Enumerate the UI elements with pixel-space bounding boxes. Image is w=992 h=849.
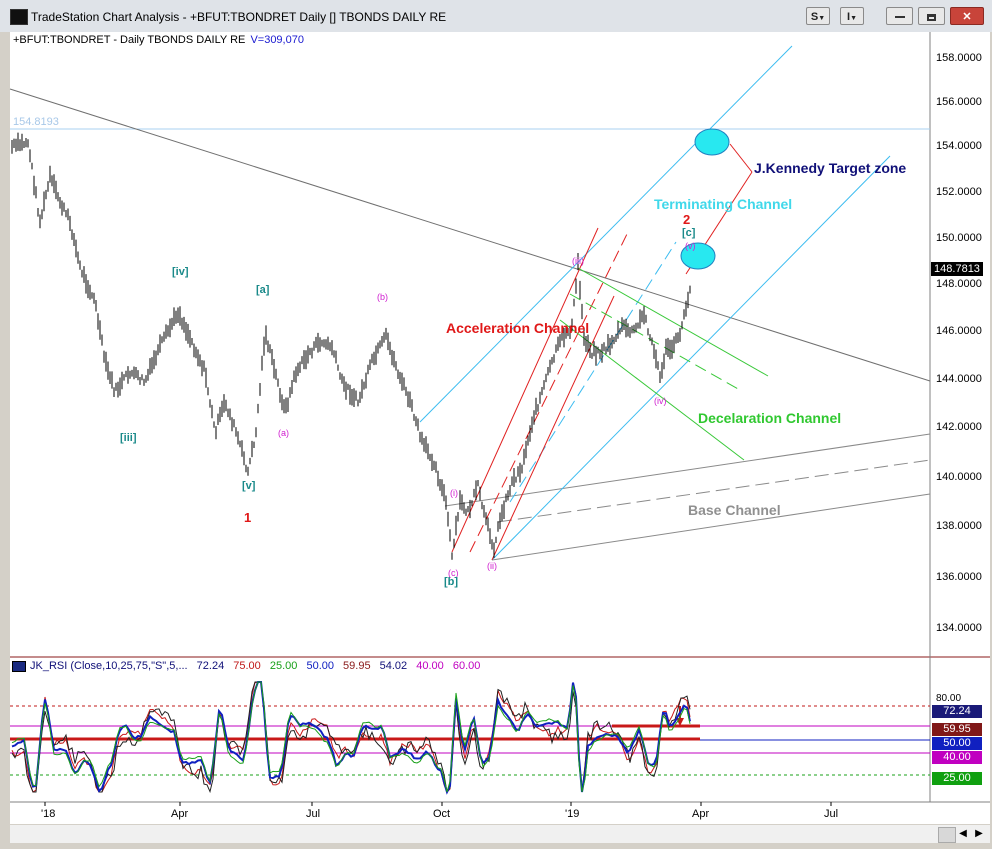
rsi-value: 75.00 — [233, 660, 261, 672]
s-button[interactable]: S▼ — [806, 7, 830, 25]
wave-label[interactable]: [iii] — [120, 432, 137, 444]
rsi-value-box: 25.00 — [932, 772, 982, 785]
deceleration-channel-label[interactable]: Decelaration Channel — [698, 410, 841, 426]
price-tick: 144.0000 — [936, 373, 982, 385]
time-tick: Apr — [171, 808, 189, 820]
time-tick: '18 — [41, 808, 56, 820]
horizontal-scrollbar[interactable]: ◀ ▶ — [10, 825, 990, 843]
rsi-value-box: 40.00 — [932, 751, 982, 764]
time-tick: Oct — [433, 808, 451, 820]
rsi-value-box: 72.24 — [932, 705, 982, 718]
chart-header: +BFUT:TBONDRET - Daily TBONDS DAILY RE V… — [13, 34, 304, 46]
symbol-label: +BFUT:TBONDRET - Daily TBONDS DAILY RE — [13, 34, 246, 46]
time-tick: Jul — [306, 808, 321, 820]
rsi-value: 54.02 — [379, 660, 408, 672]
wave-label[interactable]: (v) — [685, 241, 696, 251]
target-zone-upper-circle[interactable] — [694, 128, 730, 156]
wave-label[interactable]: [a] — [256, 284, 269, 296]
price-tick: 154.0000 — [936, 140, 982, 152]
dropdown-arrow-icon: ▼ — [818, 15, 826, 22]
time-tick: '19 — [565, 808, 580, 820]
price-plot-area[interactable] — [10, 32, 930, 657]
price-tick: 158.0000 — [936, 52, 982, 64]
rsi-value: 59.95 — [343, 660, 371, 672]
minimize-button[interactable] — [886, 7, 913, 25]
hline-value-label: 154.8193 — [13, 116, 59, 128]
terminating-channel-label[interactable]: Terminating Channel — [654, 196, 792, 212]
wave-label[interactable]: (iv) — [654, 396, 667, 406]
title-bar: TradeStation Chart Analysis - +BFUT:TBON… — [0, 0, 992, 33]
time-tick: Apr — [692, 808, 710, 820]
rsi-value-box: 50.00 — [932, 737, 982, 750]
wave-label[interactable]: 2 — [683, 212, 690, 227]
dropdown-arrow-icon: ▼ — [850, 15, 857, 22]
price-tick: 134.0000 — [936, 622, 982, 634]
rsi-name: JK_RSI (Close,10,25,75,"S",5,... — [30, 660, 188, 672]
target-zone-label[interactable]: J.Kennedy Target zone — [754, 160, 906, 176]
price-tick: 148.0000 — [936, 278, 982, 290]
wave-label[interactable]: [iv] — [172, 266, 189, 278]
rsi-tick: 80.00 — [936, 693, 962, 704]
wave-label[interactable]: (iii) — [572, 256, 584, 266]
scroll-right-icon[interactable]: ▶ — [972, 825, 986, 843]
price-tick: 140.0000 — [936, 471, 982, 483]
price-tick: 150.0000 — [936, 232, 982, 244]
app-icon — [10, 9, 28, 25]
rsi-value: 60.00 — [452, 660, 481, 672]
wave-label[interactable]: [b] — [444, 576, 458, 588]
rsi-value: 40.00 — [416, 660, 444, 672]
scrollbar-thumb[interactable] — [938, 827, 956, 843]
price-tick: 156.0000 — [936, 96, 982, 108]
rsi-value: 50.00 — [306, 660, 334, 672]
rsi-value: 72.24 — [196, 660, 225, 672]
base-channel-label[interactable]: Base Channel — [688, 502, 781, 518]
last-price-marker: 148.7813 — [931, 262, 983, 276]
price-tick: 142.0000 — [936, 421, 982, 433]
close-button[interactable]: ✕ — [950, 7, 984, 25]
rsi-header: JK_RSI (Close,10,25,75,"S",5,... 72.24 7… — [12, 660, 480, 672]
indicator-icon — [12, 660, 26, 672]
scroll-left-icon[interactable]: ◀ — [956, 825, 970, 843]
wave-label[interactable]: (i) — [450, 488, 458, 498]
window-title: TradeStation Chart Analysis - +BFUT:TBON… — [31, 10, 447, 24]
indicator-button[interactable]: I▼ — [840, 7, 864, 25]
price-chart[interactable] — [0, 32, 992, 849]
acceleration-channel-label[interactable]: Acceleration Channel — [446, 320, 589, 336]
time-tick: Jul — [824, 808, 839, 820]
minimize-icon — [894, 16, 905, 19]
wave-label[interactable]: [c] — [682, 227, 695, 239]
price-axis-area — [930, 32, 990, 657]
wave-label[interactable]: 1 — [244, 510, 251, 525]
wave-label[interactable]: (a) — [278, 428, 289, 438]
price-tick: 136.0000 — [936, 571, 982, 583]
price-tick: 138.0000 — [936, 520, 982, 532]
wave-label[interactable]: (ii) — [487, 561, 497, 571]
price-tick: 152.0000 — [936, 186, 982, 198]
chart-window: +BFUT:TBONDRET - Daily TBONDS DAILY RE V… — [0, 32, 992, 849]
price-tick: 146.0000 — [936, 325, 982, 337]
time-axis-area — [10, 802, 990, 824]
volume-label: V=309,070 — [250, 34, 304, 46]
rsi-value: 25.00 — [269, 660, 298, 672]
rsi-value-box: 59.95 — [932, 723, 982, 736]
close-icon: ✕ — [962, 11, 972, 23]
wave-label[interactable]: [v] — [242, 480, 255, 492]
maximize-icon — [927, 13, 936, 21]
maximize-button[interactable] — [918, 7, 945, 25]
wave-label[interactable]: (b) — [377, 292, 388, 302]
